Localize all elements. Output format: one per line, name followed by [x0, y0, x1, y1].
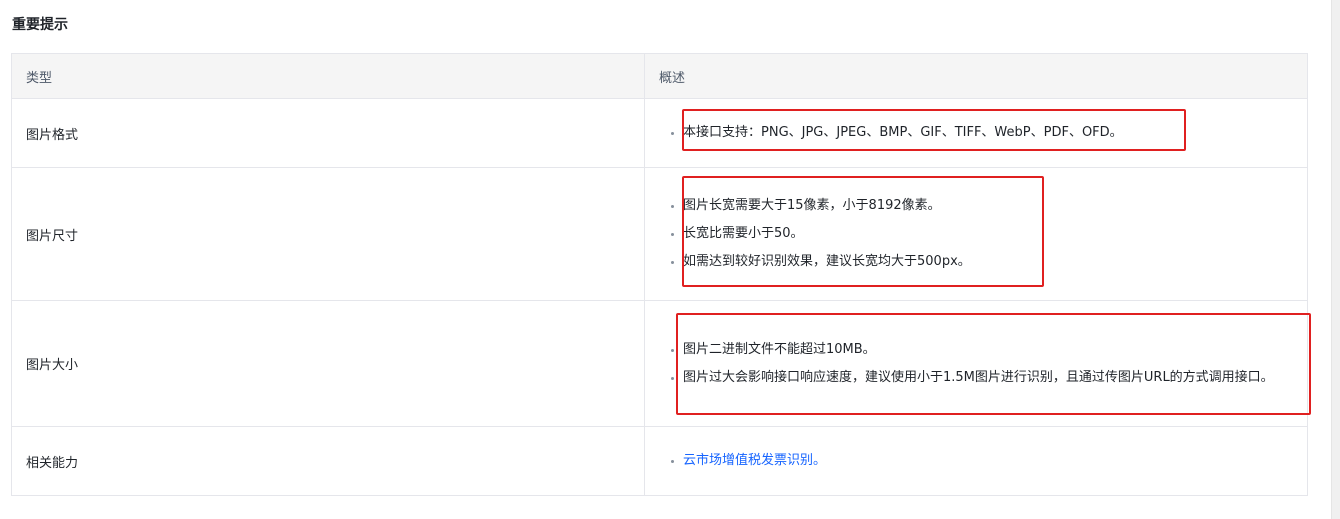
table-row: 相关能力 云市场增值税发票识别。 [12, 427, 1307, 495]
list-item: 本接口支持：PNG、JPG、JPEG、BMP、GIF、TIFF、WebP、PDF… [659, 121, 1307, 145]
list-item: 图片二进制文件不能超过10MB。 [659, 338, 1289, 362]
list-item: 云市场增值税发票识别。 [659, 449, 1307, 473]
related-capability-link[interactable]: 云市场增值税发票识别。 [683, 453, 826, 468]
row-type: 相关能力 [12, 427, 645, 495]
table-header-row: 类型 概述 [12, 54, 1307, 99]
list-item: 图片过大会影响接口响应速度，建议使用小于1.5M图片进行识别，且通过传图片URL… [659, 366, 1289, 390]
row-description: 云市场增值税发票识别。 [645, 427, 1307, 495]
bullet-list: 图片长宽需要大于15像素，小于8192像素。 长宽比需要小于50。 如需达到较好… [659, 190, 1307, 278]
bullet-list: 图片二进制文件不能超过10MB。 图片过大会影响接口响应速度，建议使用小于1.5… [659, 334, 1307, 394]
row-description: 图片长宽需要大于15像素，小于8192像素。 长宽比需要小于50。 如需达到较好… [645, 168, 1307, 300]
requirements-table: 类型 概述 图片格式 本接口支持：PNG、JPG、JPEG、BMP、GIF、TI… [11, 53, 1308, 496]
row-type: 图片大小 [12, 301, 645, 426]
scrollbar-track[interactable] [1331, 0, 1340, 519]
bullet-list: 云市场增值税发票识别。 [659, 445, 1307, 477]
page: 重要提示 类型 概述 图片格式 本接口支持：PNG、JPG、JPEG、BMP、G… [0, 0, 1340, 519]
table-row: 图片尺寸 图片长宽需要大于15像素，小于8192像素。 长宽比需要小于50。 如… [12, 168, 1307, 301]
row-type: 图片格式 [12, 99, 645, 167]
row-description: 图片二进制文件不能超过10MB。 图片过大会影响接口响应速度，建议使用小于1.5… [645, 301, 1307, 426]
list-item: 图片长宽需要大于15像素，小于8192像素。 [659, 194, 1307, 218]
list-item: 长宽比需要小于50。 [659, 222, 1307, 246]
bullet-list: 本接口支持：PNG、JPG、JPEG、BMP、GIF、TIFF、WebP、PDF… [659, 117, 1307, 149]
row-description: 本接口支持：PNG、JPG、JPEG、BMP、GIF、TIFF、WebP、PDF… [645, 99, 1307, 167]
row-type: 图片尺寸 [12, 168, 645, 300]
header-description: 概述 [659, 70, 686, 86]
list-item: 如需达到较好识别效果，建议长宽均大于500px。 [659, 250, 1307, 274]
section-title: 重要提示 [12, 17, 68, 33]
table-row: 图片大小 图片二进制文件不能超过10MB。 图片过大会影响接口响应速度，建议使用… [12, 301, 1307, 427]
table-row: 图片格式 本接口支持：PNG、JPG、JPEG、BMP、GIF、TIFF、Web… [12, 99, 1307, 168]
header-type: 类型 [12, 54, 645, 98]
